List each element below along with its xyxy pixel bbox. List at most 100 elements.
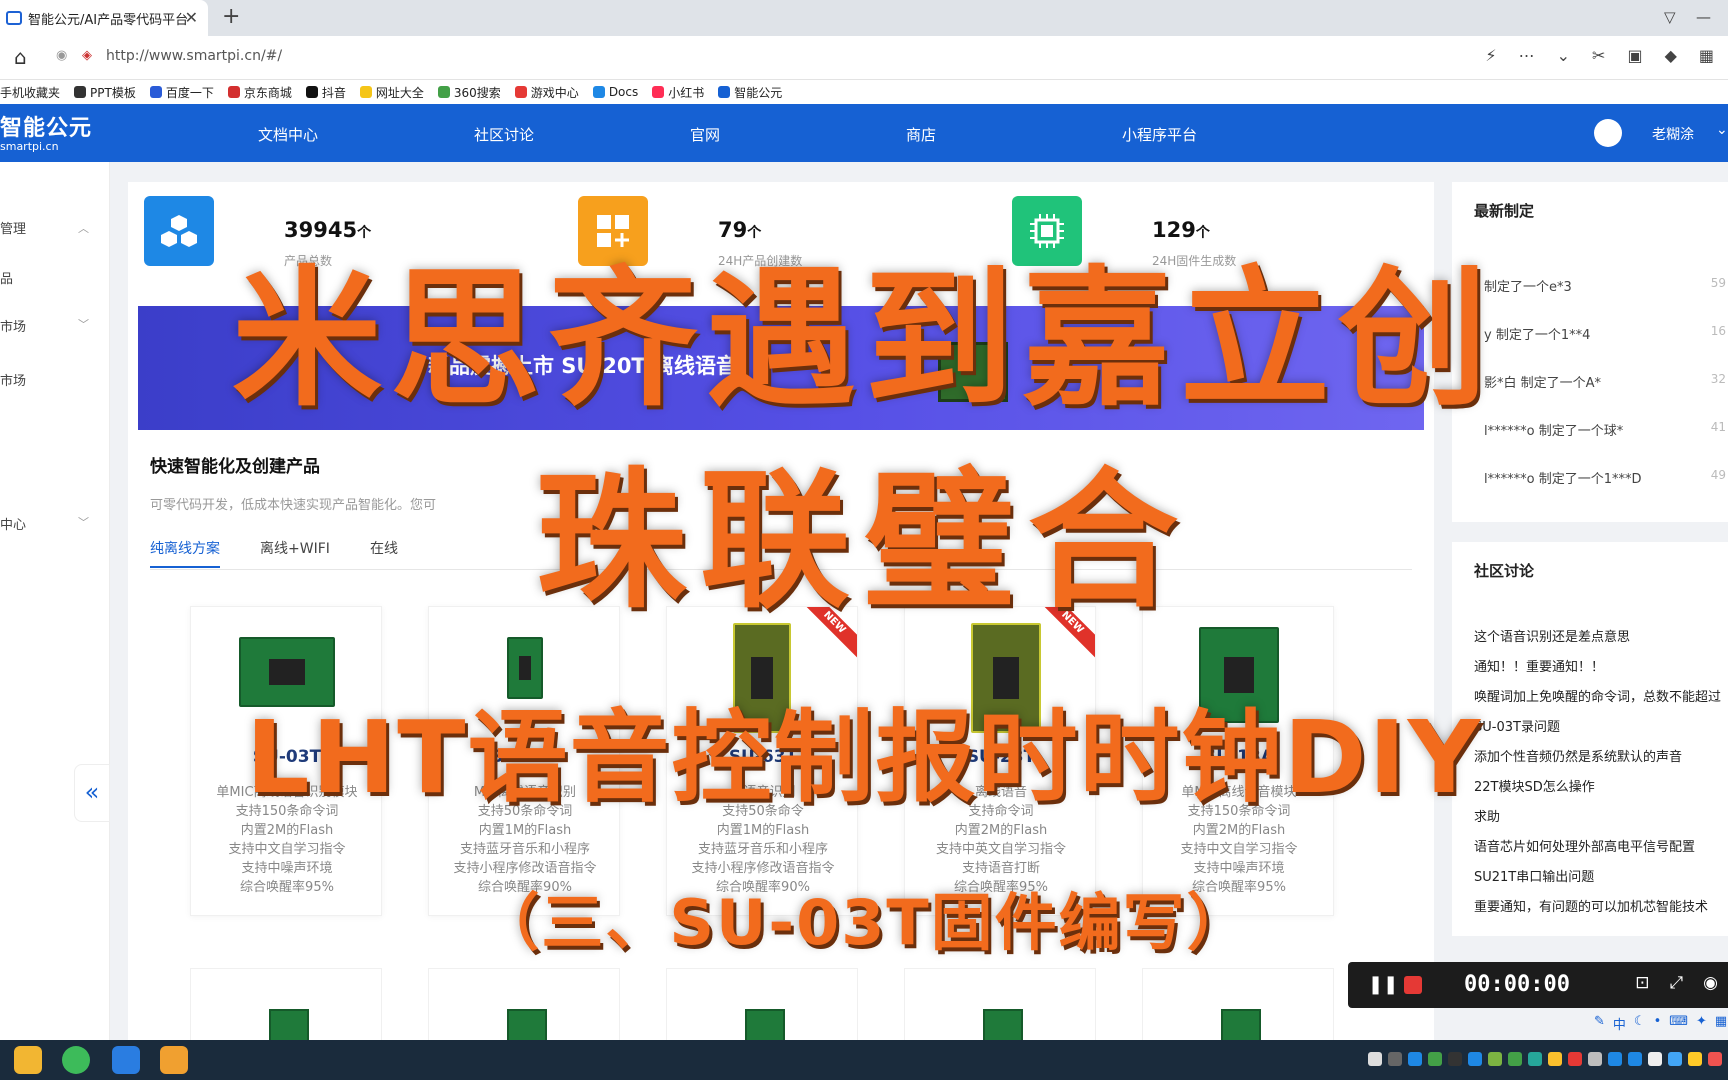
tray-icon[interactable] [1388, 1052, 1402, 1066]
pause-button[interactable]: ❚❚ [1368, 974, 1398, 995]
module-image [745, 1009, 785, 1040]
bookmark-item[interactable]: 智能公元 [718, 84, 782, 101]
chevron-down-icon[interactable]: ⌄ [1557, 46, 1570, 65]
taskbar [0, 1040, 1728, 1080]
scissors-icon[interactable]: ✂ [1592, 46, 1605, 65]
product-card[interactable] [904, 968, 1096, 1040]
community-post[interactable]: 通知！！重要通知！！ [1474, 656, 1604, 675]
system-tray [1368, 1052, 1722, 1066]
tray-icon[interactable] [1368, 1052, 1382, 1066]
grid-icon[interactable]: ▦ [1715, 1014, 1727, 1033]
bookmark-item[interactable]: 游戏中心 [514, 84, 579, 101]
new-tab-icon[interactable]: + [222, 4, 240, 29]
tray-icon[interactable] [1608, 1052, 1622, 1066]
warning-icon[interactable]: ◈ [82, 48, 92, 63]
camera-icon[interactable]: ◉ [1703, 973, 1718, 993]
ime-logo-icon[interactable]: ✎ [1594, 1014, 1605, 1033]
bird-app-icon[interactable] [112, 1046, 140, 1074]
tray-icon[interactable] [1488, 1052, 1502, 1066]
fullscreen-icon[interactable]: ⤢ [1670, 973, 1684, 993]
address-bar: ⌂ ◉ ◈ http://www.smartpi.cn/#/ ⚡ ⋯ ⌄ ✂ ▣… [0, 36, 1728, 80]
tray-icon[interactable] [1668, 1052, 1682, 1066]
module-image [269, 1009, 309, 1040]
overlay-title-line3: LHT语音控制报时时钟DIY [245, 699, 1483, 816]
tray-icon[interactable] [1648, 1052, 1662, 1066]
game-icon[interactable]: ◆ [1665, 46, 1677, 65]
site-header: 智能公元 smartpi.cn 文档中心 社区讨论 官网 商店 小程序平台 老糊… [0, 104, 1728, 162]
main-nav: 文档中心 社区讨论 官网 商店 小程序平台 [258, 124, 1338, 145]
bookmark-item[interactable]: 手机收藏夹 [0, 84, 60, 101]
avatar[interactable] [1594, 119, 1622, 147]
bookmark-item[interactable]: 360搜索 [437, 84, 501, 101]
tab-menu-icon[interactable]: ▽ [1664, 8, 1676, 26]
translate-icon[interactable]: ▣ [1627, 46, 1642, 65]
minimize-icon[interactable]: — [1696, 8, 1711, 26]
nav-item-store[interactable]: 商店 [906, 124, 1122, 145]
tray-icon[interactable] [1468, 1052, 1482, 1066]
region-icon[interactable]: ⊡ [1635, 973, 1649, 993]
tray-icon[interactable] [1548, 1052, 1562, 1066]
bookmark-item[interactable]: 百度一下 [149, 84, 214, 101]
browser-tab[interactable]: 智能公元/AI产品零代码平台 ✕ [0, 0, 208, 36]
tray-icon[interactable] [1528, 1052, 1542, 1066]
overlay-title-line2: 珠联璧合 [535, 455, 1192, 629]
bookmark-item[interactable]: Docs [592, 85, 638, 99]
product-card[interactable] [428, 968, 620, 1040]
close-tab-icon[interactable]: ✕ [185, 8, 198, 27]
folder-icon[interactable] [14, 1046, 42, 1074]
tray-icon[interactable] [1428, 1052, 1442, 1066]
stop-button[interactable] [1404, 976, 1422, 994]
bookmarks-bar: 手机收藏夹 PPT模板 百度一下 京东商城 抖音 网址大全 360搜索 游戏中心… [0, 80, 1728, 104]
tray-icon[interactable] [1508, 1052, 1522, 1066]
nav-item-community[interactable]: 社区讨论 [474, 124, 690, 145]
browser-360-icon[interactable] [62, 1046, 90, 1074]
bookmark-item[interactable]: 京东商城 [227, 84, 292, 101]
mixly-app-icon[interactable] [160, 1046, 188, 1074]
keyboard-icon[interactable]: ⌨ [1669, 1014, 1688, 1033]
bookmark-item[interactable]: PPT模板 [74, 84, 136, 101]
tray-icon[interactable] [1708, 1052, 1722, 1066]
grid-icon[interactable]: ▦ [1699, 46, 1714, 65]
address-tools: ⚡ ⋯ ⌄ ✂ ▣ ◆ ▦ [1485, 46, 1714, 65]
tray-icon[interactable] [1448, 1052, 1462, 1066]
recording-timer: 00:00:00 [1464, 972, 1570, 997]
punctuation-icon[interactable]: • [1654, 1014, 1662, 1033]
recorder-tools: ⊡ ⤢ ◉ [1635, 973, 1718, 993]
browser-tab-bar: 智能公元/AI产品零代码平台 ✕ + ▽ — [0, 0, 1728, 36]
tray-icon[interactable] [1408, 1052, 1422, 1066]
product-card[interactable] [1142, 968, 1334, 1040]
overlay-title-line1: 米思齐遇到嘉立创 [231, 253, 1496, 427]
ime-toolbar: ✎ 中 ☾ • ⌨ ✦ ▦ [1594, 1014, 1727, 1033]
module-image [1221, 1009, 1261, 1040]
tab-title: 智能公元/AI产品零代码平台 [28, 12, 189, 28]
community-post[interactable]: 语音芯片如何处理外部高电平信号配置 [1474, 836, 1695, 855]
security-icon[interactable]: ◉ [56, 48, 67, 63]
site-favicon-icon [6, 11, 22, 25]
nav-item-miniprogram[interactable]: 小程序平台 [1122, 124, 1338, 145]
lightning-icon[interactable]: ⚡ [1485, 46, 1496, 65]
skin-icon[interactable]: ✦ [1696, 1014, 1707, 1033]
overlay-title-line4: （三、SU-03T固件编写） [477, 886, 1251, 959]
bookmark-item[interactable]: 网址大全 [359, 84, 424, 101]
bookmark-item[interactable]: 小红书 [652, 84, 704, 101]
ime-language[interactable]: 中 [1613, 1014, 1626, 1033]
chevron-down-icon[interactable]: ⌄ [1716, 122, 1728, 138]
more-icon[interactable]: ⋯ [1519, 46, 1535, 65]
moon-icon[interactable]: ☾ [1634, 1014, 1646, 1033]
product-card[interactable] [190, 968, 382, 1040]
username[interactable]: 老糊涂 [1652, 124, 1694, 144]
screen-recorder: ❚❚ 00:00:00 ⊡ ⤢ ◉ [1348, 962, 1728, 1008]
nav-item-official[interactable]: 官网 [690, 124, 906, 145]
product-card[interactable] [666, 968, 858, 1040]
tray-icon[interactable] [1628, 1052, 1642, 1066]
nav-item-docs[interactable]: 文档中心 [258, 124, 474, 145]
tray-icon[interactable] [1688, 1052, 1702, 1066]
url-field[interactable]: http://www.smartpi.cn/#/ [106, 48, 282, 64]
bookmark-item[interactable]: 抖音 [305, 84, 346, 101]
tray-icon[interactable] [1588, 1052, 1602, 1066]
tray-icon[interactable] [1568, 1052, 1582, 1066]
site-logo[interactable]: 智能公元 smartpi.cn [0, 110, 92, 153]
home-icon[interactable]: ⌂ [14, 45, 27, 69]
module-image [507, 1009, 547, 1040]
module-image [983, 1009, 1023, 1040]
